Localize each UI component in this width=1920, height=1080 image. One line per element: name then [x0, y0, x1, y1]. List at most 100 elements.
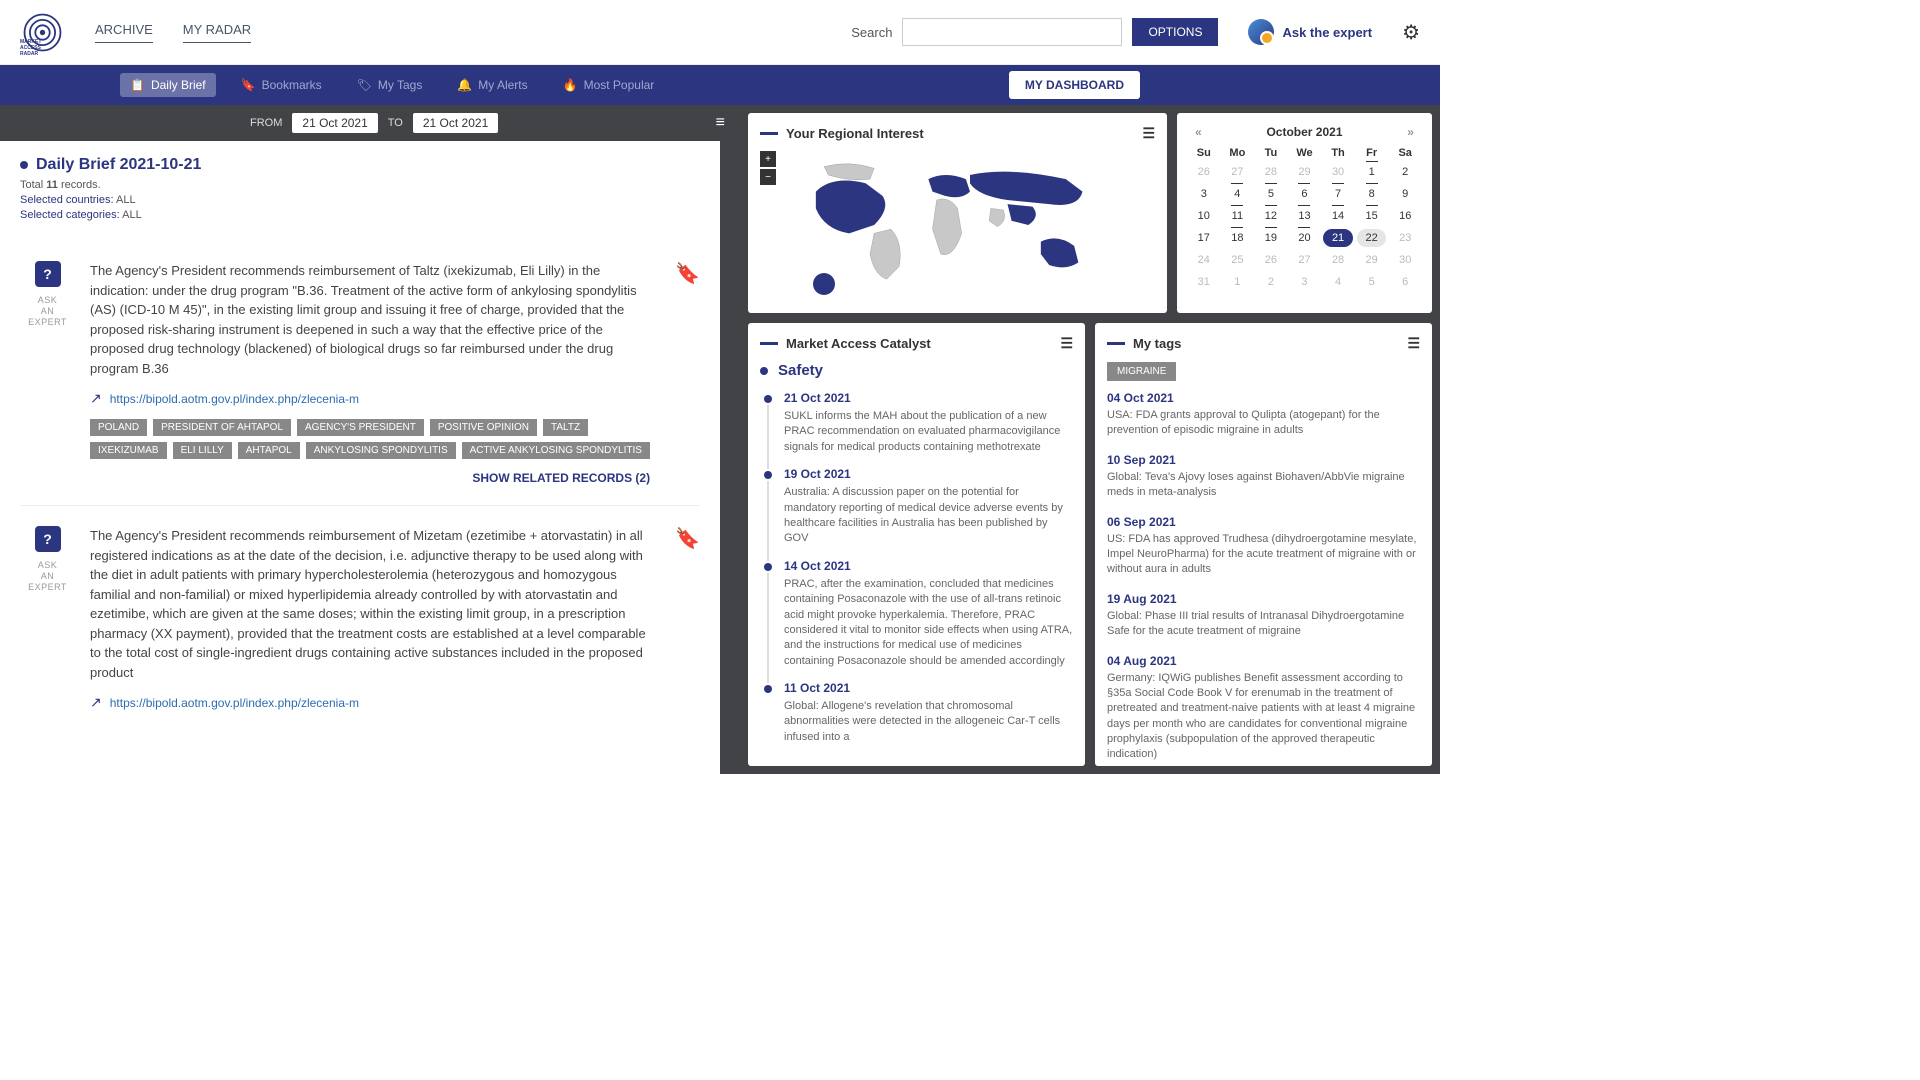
to-date[interactable]: 21 Oct 2021 [413, 113, 498, 133]
tag[interactable]: AGENCY'S PRESIDENT [297, 419, 424, 436]
cal-day[interactable]: 2 [1390, 163, 1420, 181]
cal-day[interactable]: 1 [1357, 163, 1387, 181]
cal-day[interactable]: 11 [1223, 207, 1253, 225]
cal-day[interactable]: 5 [1256, 185, 1286, 203]
external-link-icon: ↗ [90, 694, 102, 711]
sliders-icon[interactable]: ☰ [1060, 335, 1073, 352]
cal-day[interactable]: 29 [1290, 163, 1320, 181]
timeline-date: 19 Oct 2021 [784, 467, 1073, 481]
timeline-item[interactable]: 19 Oct 2021Australia: A discussion paper… [760, 467, 1073, 547]
ask-text: ASKAN EXPERT [20, 560, 75, 592]
regional-title: Your Regional Interest [786, 126, 924, 141]
cal-day[interactable]: 23 [1390, 229, 1420, 247]
tag[interactable]: IXEKIZUMAB [90, 442, 167, 459]
tag[interactable]: POLAND [90, 419, 147, 436]
settings-icon[interactable]: ⚙ [1402, 20, 1420, 45]
cal-day[interactable]: 15 [1357, 207, 1387, 225]
ask-expert-box[interactable]: ?ASKAN EXPERT [20, 526, 75, 711]
bookmark-icon[interactable]: 🔖 [675, 261, 700, 485]
from-date[interactable]: 21 Oct 2021 [292, 113, 377, 133]
cal-day[interactable]: 9 [1390, 185, 1420, 203]
logo: MARKETACCESSRADAR [20, 10, 65, 55]
tag[interactable]: PRESIDENT OF AHTAPOL [153, 419, 291, 436]
tab-my-tags[interactable]: 🏷My Tags [347, 73, 433, 97]
tab-my-alerts[interactable]: 🔔My Alerts [447, 73, 537, 97]
cal-day[interactable]: 26 [1256, 251, 1286, 269]
ask-expert-link[interactable]: Ask the expert [1248, 19, 1372, 45]
cal-day[interactable]: 13 [1290, 207, 1320, 225]
cal-day[interactable]: 27 [1290, 251, 1320, 269]
options-button[interactable]: OPTIONS [1132, 18, 1218, 46]
cal-day[interactable]: 28 [1256, 163, 1286, 181]
cal-day[interactable]: 20 [1290, 229, 1320, 247]
cal-day[interactable]: 1 [1223, 273, 1253, 291]
cal-day[interactable]: 3 [1290, 273, 1320, 291]
cal-day[interactable]: 8 [1357, 185, 1387, 203]
cal-prev[interactable]: « [1189, 125, 1208, 139]
sliders-icon[interactable]: ☰ [1142, 125, 1155, 142]
show-related[interactable]: SHOW RELATED RECORDS (2) [90, 471, 650, 485]
cal-day[interactable]: 24 [1189, 251, 1219, 269]
left-column: Daily Brief 2021-10-21 Total 11 records.… [0, 141, 720, 774]
cal-day[interactable]: 21 [1323, 229, 1353, 247]
filter-icon[interactable]: ≡ [716, 114, 725, 132]
mytag-item[interactable]: 04 Aug 2021Germany: IQWiG publishes Bene… [1107, 654, 1420, 763]
nav-archive[interactable]: ARCHIVE [95, 22, 153, 43]
cal-day[interactable]: 12 [1256, 207, 1286, 225]
cal-day[interactable]: 19 [1256, 229, 1286, 247]
tag[interactable]: POSITIVE OPINION [430, 419, 537, 436]
cal-day[interactable]: 6 [1290, 185, 1320, 203]
tag[interactable]: TALTZ [543, 419, 588, 436]
cal-day[interactable]: 22 [1357, 229, 1387, 247]
cal-day[interactable]: 18 [1223, 229, 1253, 247]
mytag-item[interactable]: 04 Oct 2021USA: FDA grants approval to Q… [1107, 391, 1420, 439]
record-link[interactable]: ↗https://bipold.aotm.gov.pl/index.php/zl… [90, 694, 650, 711]
mytag-text: Germany: IQWiG publishes Benefit assessm… [1107, 671, 1420, 763]
cal-day[interactable]: 17 [1189, 229, 1219, 247]
record-link[interactable]: ↗https://bipold.aotm.gov.pl/index.php/zl… [90, 390, 650, 407]
tag[interactable]: ELI LILLY [173, 442, 232, 459]
cal-day[interactable]: 4 [1223, 185, 1253, 203]
cal-day[interactable]: 14 [1323, 207, 1353, 225]
cal-day[interactable]: 3 [1189, 185, 1219, 203]
timeline-item[interactable]: 14 Oct 2021PRAC, after the examination, … [760, 559, 1073, 669]
cal-day[interactable]: 31 [1189, 273, 1219, 291]
zoom-in[interactable]: + [760, 151, 776, 167]
nav-my-radar[interactable]: MY RADAR [183, 22, 251, 43]
cal-day[interactable]: 28 [1323, 251, 1353, 269]
dashboard-button[interactable]: MY DASHBOARD [1009, 71, 1140, 99]
cal-day[interactable]: 2 [1256, 273, 1286, 291]
zoom-out[interactable]: − [760, 169, 776, 185]
ask-expert-box[interactable]: ?ASKAN EXPERT [20, 261, 75, 485]
tab-daily-brief[interactable]: 📋Daily Brief [120, 73, 216, 97]
cal-day[interactable]: 27 [1223, 163, 1253, 181]
tag[interactable]: ANKYLOSING SPONDYLITIS [306, 442, 456, 459]
timeline-item[interactable]: 11 Oct 2021Global: Allogene's revelation… [760, 681, 1073, 745]
cal-day[interactable]: 7 [1323, 185, 1353, 203]
tab-bookmarks[interactable]: 🔖Bookmarks [231, 73, 332, 97]
tab-most-popular[interactable]: 🔥Most Popular [553, 73, 665, 97]
mytag-item[interactable]: 06 Sep 2021US: FDA has approved Trudhesa… [1107, 515, 1420, 578]
bookmark-icon[interactable]: 🔖 [675, 526, 700, 711]
cal-day[interactable]: 30 [1323, 163, 1353, 181]
cal-next[interactable]: » [1401, 125, 1420, 139]
cal-day[interactable]: 4 [1323, 273, 1353, 291]
mytag-item[interactable]: 19 Aug 2021Global: Phase III trial resul… [1107, 592, 1420, 640]
cal-day[interactable]: 29 [1357, 251, 1387, 269]
mytag-chip[interactable]: MIGRAINE [1107, 362, 1176, 381]
cal-day[interactable]: 6 [1390, 273, 1420, 291]
search-area: Search OPTIONS [851, 18, 1218, 46]
tag[interactable]: ACTIVE ANKYLOSING SPONDYLITIS [462, 442, 650, 459]
mytag-item[interactable]: 10 Sep 2021Global: Teva's Ajovy loses ag… [1107, 453, 1420, 501]
cal-day[interactable]: 25 [1223, 251, 1253, 269]
search-input[interactable] [902, 18, 1122, 46]
cal-day[interactable]: 30 [1390, 251, 1420, 269]
cal-day[interactable]: 26 [1189, 163, 1219, 181]
cal-day[interactable]: 5 [1357, 273, 1387, 291]
tag[interactable]: AHTAPOL [238, 442, 300, 459]
sliders-icon[interactable]: ☰ [1407, 335, 1420, 352]
cal-day[interactable]: 10 [1189, 207, 1219, 225]
cal-day[interactable]: 16 [1390, 207, 1420, 225]
calendar-panel: « October 2021 » SuMoTuWeThFrSa262728293… [1177, 113, 1432, 313]
timeline-item[interactable]: 21 Oct 2021SUKL informs the MAH about th… [760, 391, 1073, 455]
